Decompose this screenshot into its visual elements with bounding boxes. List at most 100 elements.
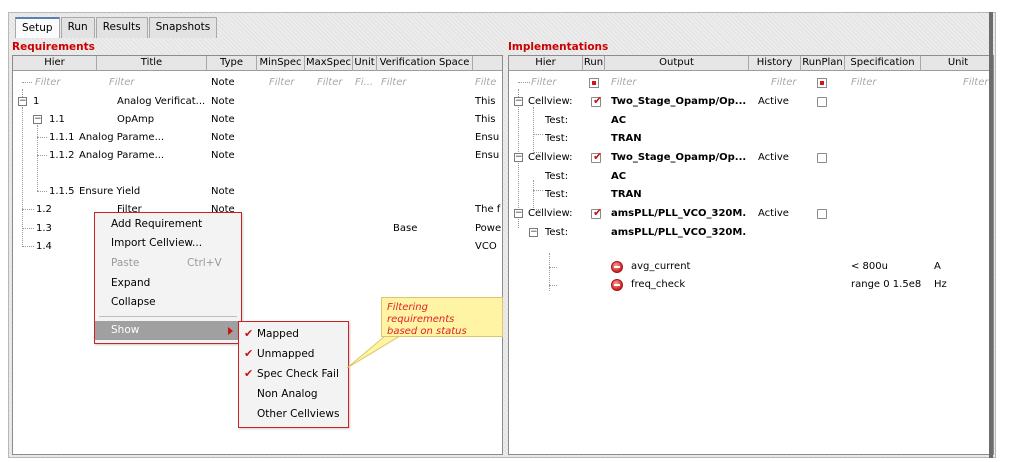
req-title: Analog Parame... bbox=[79, 132, 165, 143]
tab-results[interactable]: Results bbox=[95, 17, 148, 38]
impl-output: amsPLL/PLL_VCO_320M... bbox=[611, 208, 747, 219]
filter-spec-input[interactable]: Filter bbox=[851, 74, 919, 92]
menu-item-label: Expand bbox=[111, 277, 151, 289]
table-row[interactable]: − Test: amsPLL/PLL_VCO_320M... bbox=[509, 224, 993, 242]
col-title[interactable]: Title bbox=[97, 56, 207, 71]
filter-maxspec-input[interactable]: Filter bbox=[317, 74, 351, 92]
menu-item-label: Show bbox=[111, 324, 140, 336]
tab-setup[interactable]: Setup bbox=[15, 17, 60, 38]
req-desc: VCO bbox=[475, 241, 497, 252]
table-row[interactable]: 1.4 VCO bbox=[13, 238, 502, 256]
run-checkbox[interactable]: ✔ bbox=[591, 150, 602, 163]
col-history[interactable]: History bbox=[749, 56, 801, 71]
filter-type-value[interactable]: Note bbox=[211, 74, 255, 92]
collapse-icon[interactable]: − bbox=[18, 97, 27, 106]
table-row[interactable]: − Cellview: ✔ Two_Stage_Opamp/Op... Acti… bbox=[509, 93, 993, 111]
menu-item-shortcut: Ctrl+V bbox=[187, 257, 222, 269]
submenu-item-non-analog[interactable]: Non Analog bbox=[239, 384, 348, 404]
runplan-checkbox[interactable] bbox=[817, 153, 827, 163]
collapse-icon[interactable]: − bbox=[514, 153, 523, 162]
runplan-checkbox[interactable] bbox=[817, 209, 827, 219]
callout-pointer bbox=[346, 335, 402, 369]
impl-output: AC bbox=[611, 115, 627, 126]
col-hier[interactable]: Hier bbox=[509, 56, 583, 71]
callout-line-1: Filtering requirements bbox=[387, 302, 455, 325]
menu-item-collapse[interactable]: Collapse bbox=[95, 293, 241, 312]
runplan-filter-icon[interactable] bbox=[817, 78, 827, 88]
col-hier[interactable]: Hier bbox=[13, 56, 97, 71]
col-unit[interactable]: Unit bbox=[921, 56, 993, 71]
col-minspec[interactable]: MinSpec bbox=[257, 56, 305, 71]
col-type[interactable]: Type bbox=[207, 56, 257, 71]
table-row[interactable]: Test: TRAN bbox=[509, 130, 993, 148]
run-filter-icon[interactable] bbox=[589, 78, 599, 88]
menu-item-paste[interactable]: Paste Ctrl+V bbox=[95, 254, 241, 273]
filter-hier-input[interactable]: Filter bbox=[35, 74, 95, 92]
menu-item-add-requirement[interactable]: Add Requirement bbox=[95, 215, 241, 234]
submenu-item-label: Spec Check Fail bbox=[257, 368, 339, 380]
col-description[interactable] bbox=[473, 56, 502, 71]
collapse-icon[interactable]: − bbox=[514, 209, 523, 218]
table-row[interactable]: − 1 Analog Verificat... Note This bbox=[13, 93, 502, 111]
implementations-table[interactable]: Hier Run Output History RunPlan Specific… bbox=[508, 55, 994, 455]
tab-snapshots[interactable]: Snapshots bbox=[148, 17, 218, 38]
collapse-icon[interactable]: − bbox=[33, 115, 42, 124]
callout-line-2: based on status bbox=[387, 326, 467, 337]
table-row[interactable]: Test: TRAN bbox=[509, 186, 993, 204]
filter-title-input[interactable]: Filter bbox=[109, 74, 205, 92]
col-specification[interactable]: Specification bbox=[845, 56, 921, 71]
menu-item-import-cellview[interactable]: Import Cellview... bbox=[95, 234, 241, 253]
req-desc: This bbox=[475, 96, 496, 107]
runplan-checkbox[interactable] bbox=[817, 97, 827, 107]
col-output[interactable]: Output bbox=[605, 56, 749, 71]
run-checkbox[interactable]: ✔ bbox=[591, 206, 602, 219]
col-runplan[interactable]: RunPlan bbox=[801, 56, 845, 71]
submenu-item-mapped[interactable]: ✔ Mapped bbox=[239, 324, 348, 344]
filter-hier-input[interactable]: Filter bbox=[531, 74, 581, 92]
collapse-icon[interactable]: − bbox=[529, 228, 538, 237]
col-unit[interactable]: Unit bbox=[353, 56, 377, 71]
table-row[interactable]: − Cellview: ✔ Two_Stage_Opamp/Op... Acti… bbox=[509, 149, 993, 167]
req-desc: This bbox=[475, 114, 496, 125]
req-type: Note bbox=[211, 150, 235, 161]
tab-run[interactable]: Run bbox=[60, 17, 95, 38]
req-title: Analog Parame... bbox=[79, 150, 165, 161]
col-run[interactable]: Run bbox=[583, 56, 605, 71]
impl-output: Two_Stage_Opamp/Op... bbox=[611, 152, 747, 163]
req-title: Analog Verificat... bbox=[117, 96, 206, 107]
filter-output-input[interactable]: Filter bbox=[611, 74, 747, 92]
menu-item-label: Paste bbox=[111, 257, 140, 269]
menu-item-expand[interactable]: Expand bbox=[95, 274, 241, 293]
table-row[interactable]: − Cellview: ✔ amsPLL/PLL_VCO_320M... Act… bbox=[509, 205, 993, 223]
table-row[interactable]: Test: AC bbox=[509, 112, 993, 130]
filter-vspace-input[interactable]: Filter bbox=[381, 74, 471, 92]
col-maxspec[interactable]: MaxSpec bbox=[305, 56, 353, 71]
table-row[interactable]: 1.1.2 Analog Parame... Note Ensu bbox=[13, 147, 502, 165]
implementations-header: Hier Run Output History RunPlan Specific… bbox=[509, 56, 993, 71]
submenu-item-unmapped[interactable]: ✔ Unmapped bbox=[239, 344, 348, 364]
col-verification-space[interactable]: Verification Space bbox=[377, 56, 473, 71]
table-row[interactable]: avg_current < 800u A bbox=[509, 258, 993, 276]
req-desc: Powe bbox=[475, 223, 502, 234]
table-row[interactable]: Test: AC bbox=[509, 168, 993, 186]
impl-hier: Test: bbox=[545, 171, 569, 182]
req-desc: Ensu bbox=[475, 132, 500, 143]
table-row[interactable]: freq_check range 0 1.5e8 Hz bbox=[509, 276, 993, 294]
submenu-item-label: Other Cellviews bbox=[257, 408, 340, 420]
table-row[interactable]: 1.1.5 Ensure Yield Note bbox=[13, 183, 502, 201]
collapse-icon[interactable]: − bbox=[514, 97, 523, 106]
req-hier: 1 bbox=[33, 96, 40, 107]
table-row[interactable]: − 1.1 OpAmp Note This bbox=[13, 111, 502, 129]
req-hier: 1.2 bbox=[36, 204, 52, 215]
submenu-item-spec-check-fail[interactable]: ✔ Spec Check Fail bbox=[239, 364, 348, 384]
filter-unit-input[interactable]: Fi... bbox=[355, 74, 377, 92]
filter-history-input[interactable]: Filter bbox=[771, 74, 801, 92]
menu-item-show[interactable]: Show bbox=[95, 321, 241, 340]
run-checkbox[interactable]: ✔ bbox=[591, 94, 602, 107]
filter-minspec-input[interactable]: Filter bbox=[269, 74, 303, 92]
table-row[interactable]: 1.1.1 Analog Parame... Note Ensu bbox=[13, 129, 502, 147]
submenu-item-other-cellviews[interactable]: Other Cellviews bbox=[239, 404, 348, 424]
table-row[interactable]: 1.2 Filter Note The f bbox=[13, 201, 502, 219]
filter-desc-input[interactable]: Filte bbox=[475, 74, 502, 92]
table-row[interactable]: 1.3 Base Powe bbox=[13, 220, 502, 238]
